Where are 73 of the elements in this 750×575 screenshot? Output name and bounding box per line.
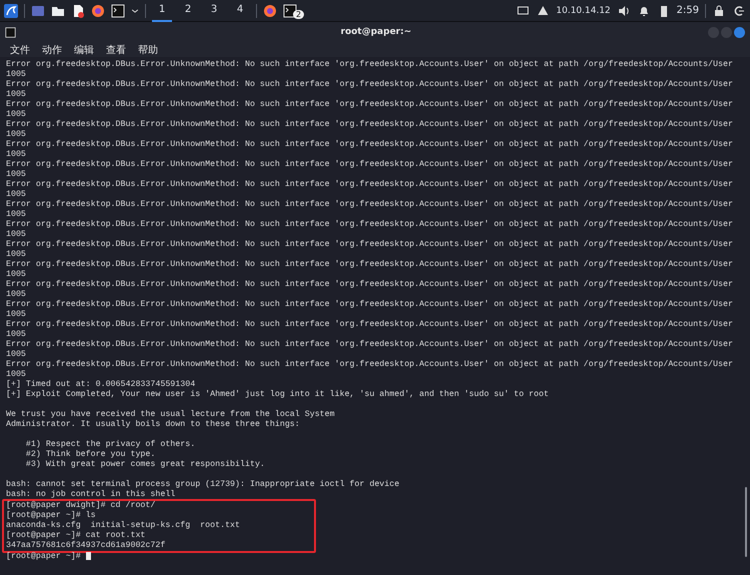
terminal-line: Error org.freedesktop.DBus.Error.UnknownMethod: No such interface 'org.freedesktop.Accounts.User' on object at path /org/freedesktop/Accounts/User — [6, 160, 734, 170]
menu-item[interactable]: 动作 — [42, 42, 62, 56]
ip-address: 10.10.14.12 — [556, 6, 611, 16]
terminal-line: #2) Think before you type. — [24, 450, 156, 460]
terminal-line: 1005 — [6, 110, 27, 120]
window-title: root@paper:~ — [340, 27, 412, 37]
scrollbar-thumb[interactable] — [745, 487, 747, 557]
terminal-line: 1005 — [6, 90, 27, 100]
terminal-line: Error org.freedesktop.DBus.Error.UnknownMethod: No such interface 'org.freedesktop.Accounts.User' on object at path /org/freedesktop/Accounts/User — [6, 300, 734, 310]
terminal-line: bash: no job control in this shell — [6, 490, 176, 500]
firefox-icon[interactable] — [91, 4, 105, 18]
terminal-line: anaconda-ks.cfg initial-setup-ks.cfg root.txt — [6, 521, 242, 531]
terminal-icon[interactable] — [283, 4, 297, 18]
terminal-line: 347aa757681c6f34937cd61a9002c72f — [6, 541, 166, 551]
monitor-icon[interactable] — [516, 4, 530, 18]
window-count-badge: 2 — [293, 10, 304, 19]
logout-icon[interactable] — [732, 4, 746, 18]
terminal-line: 1005 — [6, 150, 27, 160]
terminal-line: Error org.freedesktop.DBus.Error.UnknownMethod: No such interface 'org.freedesktop.Accounts.User' on object at path /org/freedesktop/Accounts/User — [6, 140, 734, 150]
terminal-icon[interactable] — [111, 4, 125, 18]
terminal-line: 1005 — [6, 70, 27, 80]
terminal-line: [root@paper ~]# ls — [6, 511, 97, 521]
terminal-icon — [5, 26, 16, 38]
terminal-line: Error org.freedesktop.DBus.Error.UnknownMethod: No such interface 'org.freedesktop.Accounts.User' on object at path /org/freedesktop/Accounts/User — [6, 360, 734, 370]
terminal-line: Administrator. It usually boils down to these three things: — [6, 420, 301, 430]
menu-item[interactable]: 查看 — [106, 42, 126, 56]
terminal-line: 1005 — [6, 290, 27, 300]
terminal-line: 1005 — [6, 230, 27, 240]
terminal-line: Error org.freedesktop.DBus.Error.UnknownMethod: No such interface 'org.freedesktop.Accounts.User' on object at path /org/freedesktop/Accounts/User — [6, 200, 734, 210]
terminal-line: 1005 — [6, 270, 27, 280]
terminal-line: 1005 — [6, 170, 27, 180]
terminal-line: Error org.freedesktop.DBus.Error.UnknownMethod: No such interface 'org.freedesktop.Accounts.User' on object at path /org/freedesktop/Accounts/User — [6, 180, 734, 190]
menu-item[interactable]: 文件 — [10, 42, 30, 56]
terminal-line: Error org.freedesktop.DBus.Error.UnknownMethod: No such interface 'org.freedesktop.Accounts.User' on object at path /org/freedesktop/Accounts/User — [6, 120, 734, 130]
terminal-line: [root@paper ~]# cat root.txt — [6, 531, 146, 541]
terminal-line: Error org.freedesktop.DBus.Error.UnknownMethod: No such interface 'org.freedesktop.Accounts.User' on object at path /org/freedesktop/Accounts/User — [6, 220, 734, 230]
terminal-line: Error org.freedesktop.DBus.Error.UnknownMethod: No such interface 'org.freedesktop.Accounts.User' on object at path /org/freedesktop/Accounts/User — [6, 60, 734, 70]
terminal-prompt: [root@paper ~]# — [6, 552, 744, 562]
terminal-line: We trust you have received the usual lecture from the local System — [6, 410, 336, 420]
menu-item[interactable]: 编辑 — [74, 42, 94, 56]
terminal-line: Error org.freedesktop.DBus.Error.UnknownMethod: No such interface 'org.freedesktop.Accounts.User' on object at path /org/freedesktop/Accounts/User — [6, 280, 734, 290]
terminal-line: #1) Respect the privacy of others. — [24, 440, 196, 450]
terminal-line: Error org.freedesktop.DBus.Error.UnknownMethod: No such interface 'org.freedesktop.Accounts.User' on object at path /org/freedesktop/Accounts/User — [6, 100, 734, 110]
terminal-line: Error org.freedesktop.DBus.Error.UnknownMethod: No such interface 'org.freedesktop.Accounts.User' on object at path /org/freedesktop/Accounts/User — [6, 320, 734, 330]
terminal-line: Error org.freedesktop.DBus.Error.UnknownMethod: No such interface 'org.freedesktop.Accounts.User' on object at path /org/freedesktop/Accounts/User — [6, 340, 734, 350]
text-editor-icon[interactable] — [71, 4, 85, 18]
terminal-line: [+] Exploit Completed, Your new user is 'Ahmed' just log into it like, 'su ahmed', and then 'sudo su' to root — [6, 390, 550, 400]
workspace-tab[interactable]: 3 — [204, 0, 224, 22]
terminal-line: 1005 — [6, 210, 27, 220]
terminal-line: 1005 — [6, 310, 27, 320]
clock-time: 2:59 — [676, 5, 699, 16]
terminal-line: #3) With great power comes great responsibility. — [24, 460, 266, 470]
terminal-line: 1005 — [6, 250, 27, 260]
workspace-tab[interactable]: 4 — [230, 0, 250, 22]
terminal-line: 1005 — [6, 190, 27, 200]
terminal-line: 1005 — [6, 350, 27, 360]
terminal-line: Error org.freedesktop.DBus.Error.UnknownMethod: No such interface 'org.freedesktop.Accounts.User' on object at path /org/freedesktop/Accounts/User — [6, 80, 734, 90]
speaker-icon[interactable] — [616, 4, 631, 18]
terminal-line: [+] Timed out at: 0.006542833745591304 — [6, 380, 196, 390]
terminal-line: bash: cannot set terminal process group (12739): Inappropriate ioctl for device — [6, 480, 400, 490]
close-button[interactable] — [734, 26, 745, 38]
terminal-line: Error org.freedesktop.DBus.Error.UnknownMethod: No such interface 'org.freedesktop.Accounts.User' on object at path /org/freedesktop/Accounts/User — [6, 260, 734, 270]
workspace-tab[interactable]: 2 — [178, 0, 198, 22]
terminal-line: 1005 — [6, 330, 27, 340]
firefox-icon[interactable] — [263, 4, 277, 18]
desktop-icon[interactable] — [31, 4, 45, 18]
menu-item[interactable]: 帮助 — [138, 42, 158, 56]
terminal-line: 1005 — [6, 370, 27, 380]
lock-icon[interactable] — [712, 4, 726, 18]
terminal-line: 1005 — [6, 130, 27, 140]
terminal-line: Error org.freedesktop.DBus.Error.UnknownMethod: No such interface 'org.freedesktop.Accounts.User' on object at path /org/freedesktop/Accounts/User — [6, 240, 734, 250]
terminal-line: [root@paper dwight]# cd /root/ — [6, 501, 156, 511]
text-cursor — [86, 552, 91, 560]
